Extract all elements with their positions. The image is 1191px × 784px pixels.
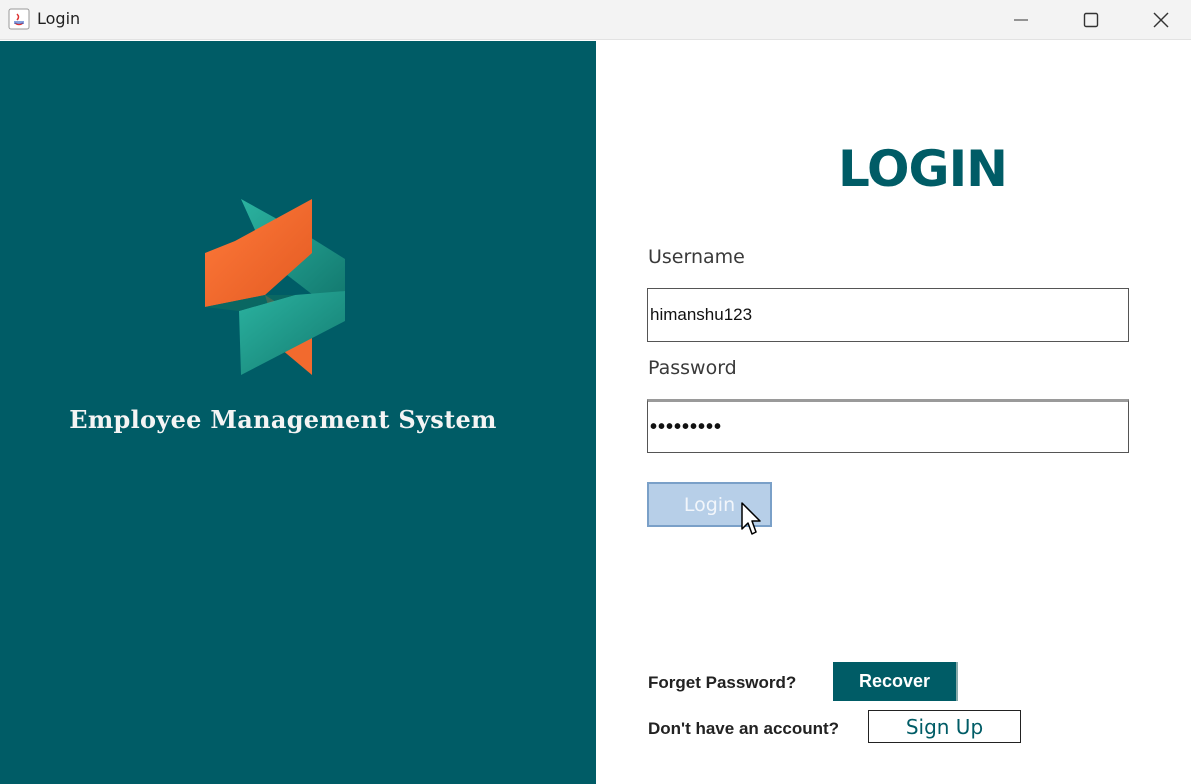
interlocking-ribbon-logo-icon <box>205 199 345 375</box>
password-field[interactable] <box>647 399 1129 453</box>
maximize-button[interactable] <box>1056 0 1126 40</box>
close-button[interactable] <box>1126 0 1191 40</box>
minimize-icon <box>1014 19 1028 21</box>
login-button-label: Login <box>683 493 736 516</box>
java-app-icon <box>8 8 30 30</box>
username-field[interactable] <box>647 288 1129 342</box>
forget-password-text: Forget Password? <box>648 673 797 692</box>
branding-panel: Employee Management System <box>0 41 596 784</box>
mouse-pointer-icon <box>741 502 761 535</box>
window-titlebar: Login <box>0 0 1191 40</box>
minimize-button[interactable] <box>986 0 1056 40</box>
recover-button[interactable]: Recover <box>833 662 958 701</box>
login-heading: LOGIN <box>837 140 1008 198</box>
signup-button[interactable]: Sign Up <box>868 710 1021 743</box>
app-name-heading: Employee Management System <box>69 405 497 434</box>
no-account-text: Don't have an account? <box>648 719 840 738</box>
maximize-icon <box>1083 12 1099 28</box>
password-label: Password <box>648 357 737 379</box>
close-icon <box>1153 12 1169 28</box>
window-title: Login <box>37 9 81 28</box>
username-label: Username <box>648 246 745 268</box>
